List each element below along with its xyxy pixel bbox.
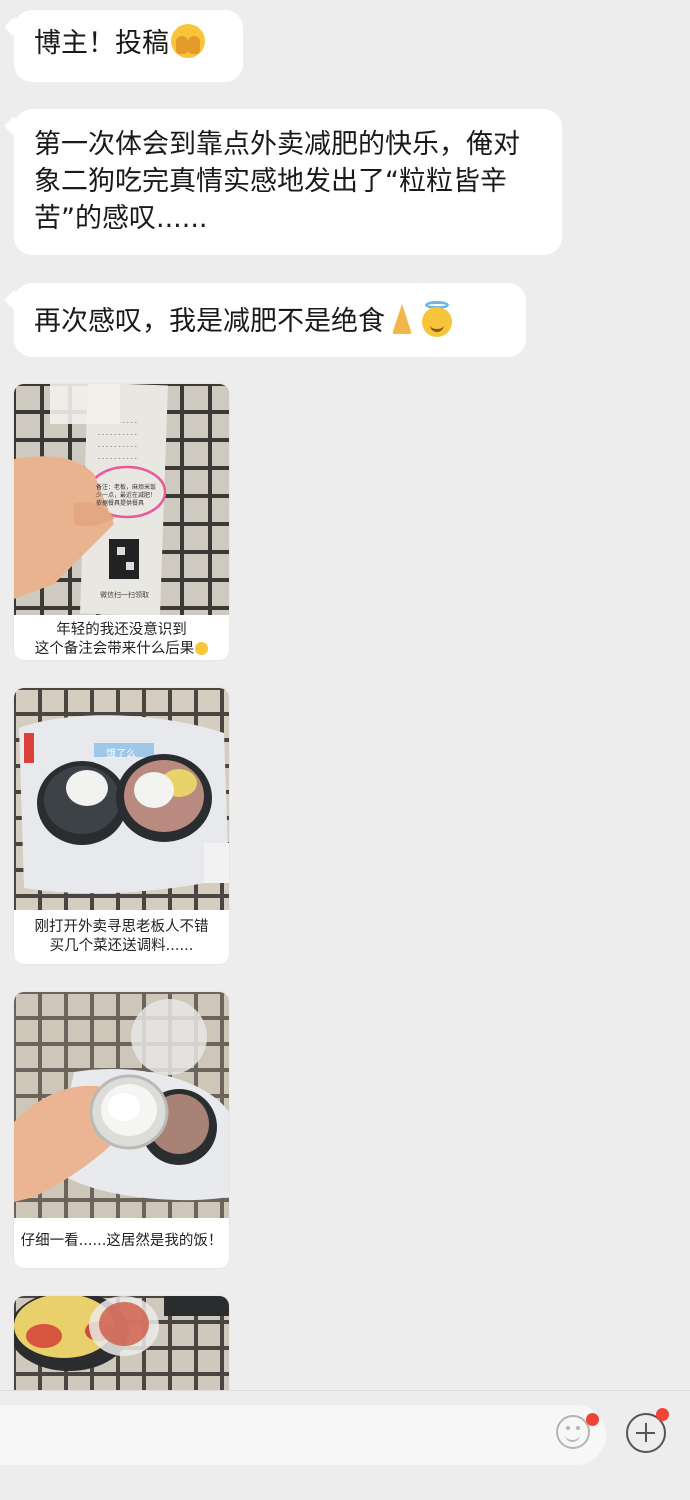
notification-dot bbox=[656, 1408, 669, 1421]
image-caption: 年轻的我还没意识到 这个备注会带来什么后果 bbox=[14, 615, 229, 659]
smiling-face-with-halo-icon bbox=[419, 301, 455, 337]
grinning-face-icon bbox=[195, 642, 209, 655]
image-caption: 仔细一看......这居然是我的饭！ bbox=[20, 1233, 223, 1249]
photo-food bbox=[14, 1296, 229, 1390]
message-text: 再次感叹，我是减肥不是绝食 bbox=[34, 306, 385, 337]
image-message[interactable] bbox=[14, 1296, 229, 1390]
photo-receipt: - - - - - - - - - - - - - - - - - - - - … bbox=[14, 384, 229, 615]
message-text: 博主！投稿 bbox=[34, 28, 169, 59]
message-bubble[interactable]: 博主！投稿 bbox=[4, 10, 243, 82]
image-caption: 刚打开外卖寻思老板人不错 买几个菜还送调料...... bbox=[34, 919, 209, 954]
smiley-face-icon[interactable] bbox=[556, 1415, 590, 1449]
message-bubble[interactable]: 第一次体会到靠点外卖减肥的快乐，俺对象二狗吃完真情实感地发出了“粒粒皆辛苦”的感… bbox=[4, 109, 562, 255]
notification-dot bbox=[586, 1413, 599, 1426]
input-bar bbox=[0, 1390, 690, 1500]
image-message[interactable]: 饿了么 刚打开外卖寻思老板人不错 买几个菜还送调料...... bbox=[14, 688, 229, 964]
svg-text:- - - - - - - - - -: - - - - - - - - - - bbox=[98, 443, 137, 450]
image-message[interactable]: 仔细一看......这居然是我的饭！ bbox=[14, 992, 229, 1268]
folded-hands-icon bbox=[385, 302, 419, 336]
message-text: 第一次体会到靠点外卖减肥的快乐，俺对象二狗吃完真情实感地发出了“粒粒皆辛苦”的感… bbox=[34, 129, 520, 234]
message-input[interactable] bbox=[0, 1405, 606, 1465]
receipt-footer-text: 微信扫一扫领取 bbox=[100, 591, 149, 599]
photo-takeout-bag: 饿了么 bbox=[14, 688, 229, 910]
message-bubble[interactable]: 再次感叹，我是减肥不是绝食 bbox=[4, 283, 526, 357]
photo-rice-container bbox=[14, 992, 229, 1218]
image-message[interactable]: - - - - - - - - - - - - - - - - - - - - … bbox=[14, 384, 229, 660]
receipt-note-text: 备注：老板，麻烦米饭少一点，最近在减肥！依据餐具提供餐具 bbox=[96, 484, 157, 507]
svg-text:- - - - - - - - - -: - - - - - - - - - - bbox=[98, 455, 137, 462]
bag-brand-label: 饿了么 bbox=[106, 749, 136, 760]
svg-text:- - - - - - - - - -: - - - - - - - - - - bbox=[98, 431, 137, 438]
face-with-hand-over-mouth-icon bbox=[171, 24, 205, 58]
